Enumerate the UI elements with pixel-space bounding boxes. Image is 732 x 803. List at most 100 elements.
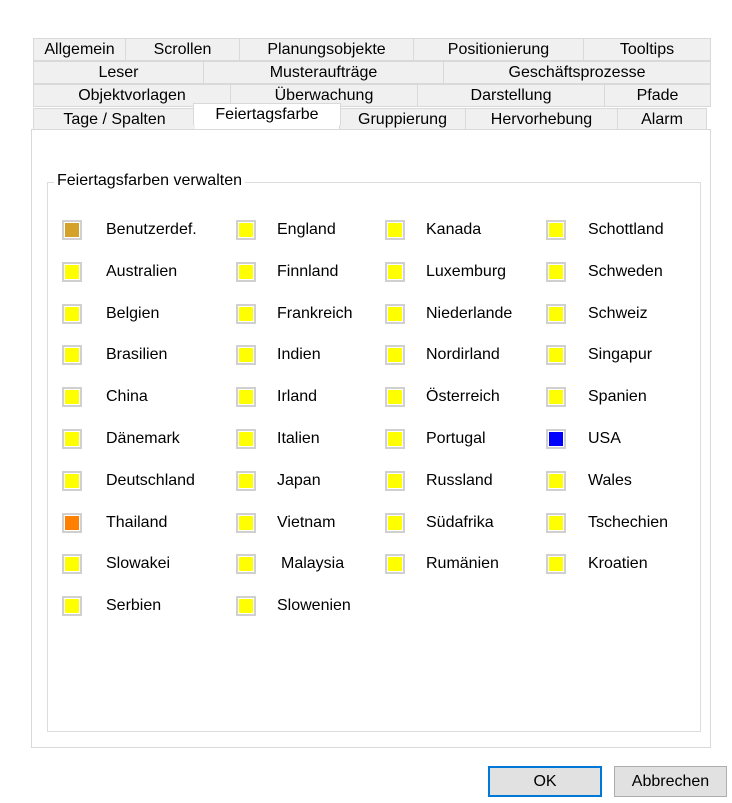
tab-alarm[interactable]: Alarm [617,108,707,130]
country-label: Luxemburg [426,263,507,280]
color-swatch[interactable] [62,345,82,365]
country-label: Italien [277,430,320,447]
color-swatch[interactable] [62,596,82,616]
color-swatch[interactable] [62,471,82,491]
color-swatch[interactable] [236,387,256,407]
color-swatch-fill [549,307,563,321]
color-swatch[interactable] [236,554,256,574]
groupbox-title: Feiertagsfarben verwalten [54,172,245,190]
country-label: Kanada [426,221,482,238]
color-swatch-fill [388,557,402,571]
tab-planungsobjekte[interactable]: Planungsobjekte [239,38,413,61]
tab-row-1: Allgemein Scrollen Planungsobjekte Posit… [33,38,711,61]
color-swatch-fill [65,557,79,571]
color-swatch[interactable] [385,554,405,574]
color-swatch-fill [239,307,253,321]
country-label: Brasilien [106,346,168,363]
country-label: Rumänien [426,555,499,572]
color-swatch[interactable] [385,513,405,533]
color-swatch[interactable] [236,304,256,324]
tab-tage-spalten[interactable]: Tage / Spalten [33,108,195,130]
tab-scrollen[interactable]: Scrollen [125,38,239,61]
country-label: Schottland [588,221,664,238]
tab-tooltips[interactable]: Tooltips [583,38,711,61]
ok-button[interactable]: OK [488,766,602,797]
color-swatch-fill [65,265,79,279]
color-swatch-fill [239,223,253,237]
tab-geschaeftsprozesse[interactable]: Geschäftsprozesse [443,61,711,84]
tab-row-4: Tage / Spalten Feiertagsfarbe Gruppierun… [33,103,711,131]
tab-gruppierung[interactable]: Gruppierung [339,108,465,130]
color-swatch-fill [239,599,253,613]
color-swatch-fill [388,348,402,362]
color-swatch-fill [388,516,402,530]
country-label: Wales [588,472,632,489]
color-swatch[interactable] [546,345,566,365]
tab-darstellung[interactable]: Darstellung [417,84,604,107]
color-swatch[interactable] [62,220,82,240]
color-swatch[interactable] [62,387,82,407]
color-swatch-fill [549,516,563,530]
color-swatch[interactable] [546,304,566,324]
country-label: Österreich [426,388,500,405]
color-swatch[interactable] [236,262,256,282]
country-label: China [106,388,148,405]
color-swatch-fill [388,390,402,404]
color-swatch[interactable] [62,304,82,324]
color-swatch[interactable] [546,387,566,407]
color-swatch[interactable] [385,220,405,240]
color-swatch[interactable] [236,513,256,533]
country-label: Benutzerdef. [106,221,197,238]
country-label: Russland [426,472,493,489]
color-swatch[interactable] [546,554,566,574]
color-swatch[interactable] [385,471,405,491]
color-swatch[interactable] [546,429,566,449]
color-swatch-fill [549,432,563,446]
color-swatch[interactable] [546,220,566,240]
color-swatch[interactable] [62,429,82,449]
tab-allgemein[interactable]: Allgemein [33,38,125,61]
country-label: USA [588,430,621,447]
color-swatch[interactable] [236,596,256,616]
country-label: Serbien [106,597,162,614]
color-swatch[interactable] [236,220,256,240]
color-swatch-fill [239,390,253,404]
color-swatch[interactable] [62,513,82,533]
color-swatch[interactable] [62,554,82,574]
color-swatch[interactable] [62,262,82,282]
color-swatch[interactable] [236,429,256,449]
tab-hervorhebung[interactable]: Hervorhebung [465,108,617,130]
color-swatch[interactable] [546,471,566,491]
country-label: Australien [106,263,178,280]
color-swatch[interactable] [546,262,566,282]
color-swatch[interactable] [385,262,405,282]
country-label: Finnland [277,263,339,280]
country-label: Singapur [588,346,653,363]
tab-positionierung[interactable]: Positionierung [413,38,583,61]
country-label: Belgien [106,305,160,322]
color-swatch-fill [549,348,563,362]
country-label: England [277,221,336,238]
color-swatch[interactable] [546,513,566,533]
color-swatch[interactable] [385,345,405,365]
color-swatch[interactable] [385,304,405,324]
country-label: Portugal [426,430,486,447]
tab-musterauftraege[interactable]: Musteraufträge [203,61,443,84]
country-label: Malaysia [281,555,345,572]
color-swatch-fill [239,516,253,530]
tab-leser[interactable]: Leser [33,61,203,84]
color-swatch-fill [65,432,79,446]
color-swatch-fill [65,599,79,613]
cancel-button[interactable]: Abbrechen [614,766,727,797]
color-swatch-fill [65,223,79,237]
tab-pfade[interactable]: Pfade [604,84,711,107]
color-swatch[interactable] [385,429,405,449]
color-swatch-fill [65,390,79,404]
color-swatch[interactable] [236,471,256,491]
country-label: Slowakei [106,555,171,572]
color-swatch[interactable] [385,387,405,407]
color-swatch[interactable] [236,345,256,365]
country-label: Dänemark [106,430,180,447]
country-label: Spanien [588,388,647,405]
tab-feiertagsfarbe[interactable]: Feiertagsfarbe [193,103,341,125]
